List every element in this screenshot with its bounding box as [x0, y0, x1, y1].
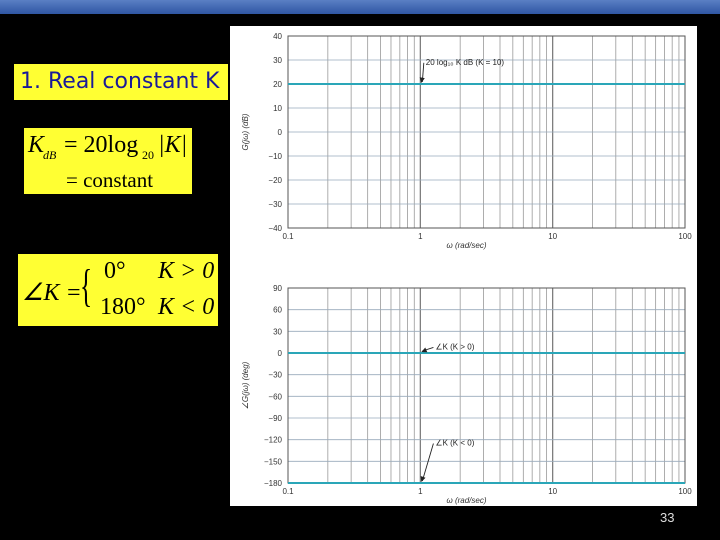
- eq1-rhs-sub: 20: [142, 148, 154, 162]
- eq1-lhs: K: [28, 132, 45, 158]
- bode-plot-svg: 403020100−10−20−30−400.1 1 10 100ω (rad/sec…: [241, 32, 692, 505]
- plot2-y-tick-label: −150: [264, 457, 283, 466]
- plot2-x-tick-label: 100: [678, 487, 692, 496]
- plot1-y-tick-label: 40: [273, 32, 282, 41]
- plot1-x-tick-label: 1: [418, 232, 423, 241]
- plot1-y-tick-label: 20: [273, 80, 282, 89]
- plot2-annotation-text: ∠K (K > 0): [435, 342, 474, 351]
- plot2-annotation-arrowhead: [420, 476, 426, 482]
- plot1-x-tick-label: 10: [548, 232, 557, 241]
- plot2-y-tick-label: −180: [264, 479, 283, 488]
- eq2-brace: {: [80, 260, 93, 311]
- plot2-y-axis-label: ∠G(jω) (deg): [241, 361, 250, 409]
- plot2-annotation-arrow: [421, 443, 434, 482]
- plot2-y-tick-label: −90: [268, 414, 282, 423]
- plot2-y-tick-label: −120: [264, 436, 283, 445]
- plot1-y-tick-label: −20: [268, 176, 282, 185]
- decibel-equation: K dB = 20log 20 |K| = constant: [24, 128, 192, 194]
- plot1-x-tick-label: 100: [678, 232, 692, 241]
- plot2-annotation-text: ∠K (K < 0): [435, 438, 474, 447]
- eq2-case2-cond: K < 0: [158, 294, 215, 320]
- eq1-line2: = constant: [66, 168, 154, 192]
- eq1-abs: |K|: [158, 132, 188, 158]
- plot2-y-tick-label: 60: [273, 306, 282, 315]
- plot1-y-tick-label: −40: [268, 224, 282, 233]
- plot1-y-tick-label: 0: [278, 128, 283, 137]
- slide-number: 33: [660, 510, 675, 525]
- eq1-rhs: = 20log: [64, 132, 139, 158]
- plot2-y-tick-label: −60: [268, 392, 282, 401]
- slide-top-bar: [0, 0, 720, 14]
- eq2-lhs: ∠K =: [22, 280, 82, 306]
- plot2-x-axis-label: ω (rad/sec): [446, 496, 486, 505]
- eq1-lhs-sub: dB: [43, 148, 57, 162]
- plot2-y-tick-label: −30: [268, 371, 282, 380]
- plot2-x-tick-label: 10: [548, 487, 557, 496]
- plot2-x-tick-label: 0.1: [282, 487, 294, 496]
- eq2-case1-val: 0°: [104, 258, 126, 284]
- eq2-case1-cond: K > 0: [158, 258, 215, 284]
- plot1-y-tick-label: 10: [273, 104, 282, 113]
- plot1-y-tick-label: −30: [268, 200, 282, 209]
- plot1-x-tick-label: 0.1: [282, 232, 294, 241]
- plot1-y-tick-label: −10: [268, 152, 282, 161]
- eq2-case2-val: 180°: [100, 294, 146, 320]
- plot1-annotation-text: 20 log₁₀ K dB (K = 10): [426, 58, 505, 67]
- plot2-y-tick-label: 90: [273, 284, 282, 293]
- plot1-y-tick-label: 30: [273, 56, 282, 65]
- phase-equation: ∠K = { 0° K > 0 180° K < 0: [18, 254, 218, 326]
- plot1-y-axis-label: G(jω) (dB): [241, 113, 250, 150]
- plot2-frame: [287, 287, 686, 484]
- plot2-y-tick-label: 0: [278, 349, 283, 358]
- slide-heading: 1. Real constant K: [14, 64, 228, 100]
- plot2-x-tick-label: 1: [418, 487, 423, 496]
- plot2-y-tick-label: 30: [273, 327, 282, 336]
- plot1-x-axis-label: ω (rad/sec): [446, 241, 486, 250]
- bode-plot-panel: 40 30 20 10 0 −10 −20 −30 −40 0.1 1 10 100 ω (rad/sec…: [230, 26, 697, 506]
